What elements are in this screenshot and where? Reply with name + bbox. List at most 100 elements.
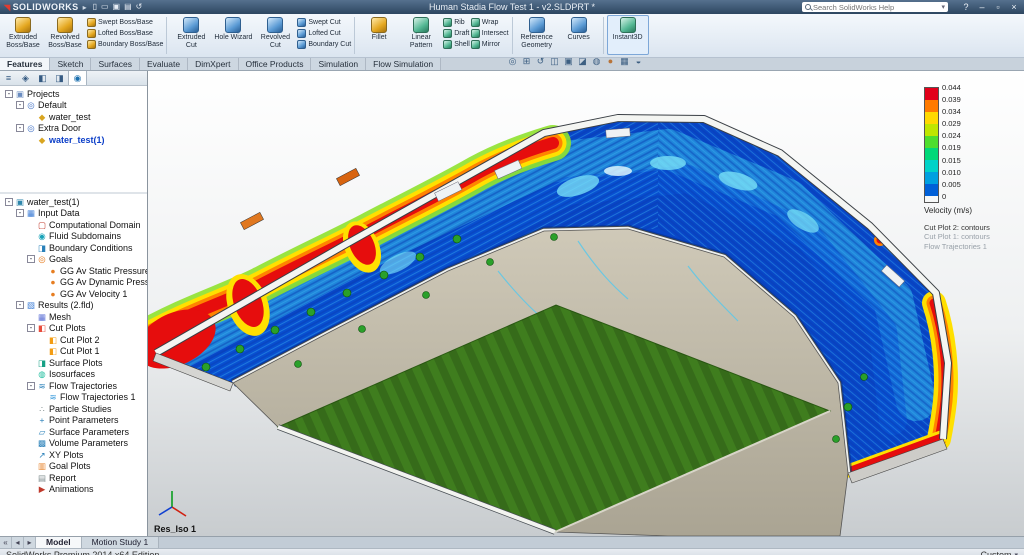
ribbon-button[interactable]: Draft <box>442 28 470 39</box>
tree-item[interactable]: ● GG Av Static Pressure 1 <box>2 265 147 277</box>
tree-expander[interactable]: - <box>5 90 13 98</box>
ribbon-tab[interactable]: Office Products <box>239 58 312 70</box>
tree-expander[interactable] <box>27 136 35 144</box>
featuremanager-tab-icon[interactable]: ≡ <box>0 71 17 85</box>
ribbon-button[interactable]: Revolved Boss/Base <box>44 15 86 55</box>
tree-item[interactable]: ▢ Computational Domain <box>2 219 147 231</box>
zoom-area-icon[interactable]: ⊞ <box>520 55 533 67</box>
model-tab[interactable]: Motion Study 1 <box>82 537 160 548</box>
tree-item[interactable]: - ▣ water_test(1) <box>2 196 147 208</box>
print-icon[interactable]: ▤ <box>124 0 132 14</box>
model-tab[interactable]: Model <box>36 537 82 548</box>
search-dropdown-icon[interactable]: ▾ <box>941 3 945 11</box>
tree-expander[interactable] <box>38 336 46 344</box>
ribbon-tab[interactable]: DimXpert <box>188 58 238 70</box>
menu-expand-chevron-icon[interactable]: ▸ <box>83 3 87 12</box>
tree-item[interactable]: ▥ Goal Plots <box>2 461 147 473</box>
ribbon-button[interactable]: Boundary Boss/Base <box>86 39 163 50</box>
search-input[interactable] <box>813 3 939 12</box>
ribbon-tab[interactable]: Simulation <box>311 58 366 70</box>
tree-expander[interactable] <box>38 290 46 298</box>
ribbon-button[interactable]: Extruded Cut <box>170 15 212 55</box>
ribbon-tab[interactable]: Flow Simulation <box>366 58 441 70</box>
tree-expander[interactable] <box>27 370 35 378</box>
tree-item[interactable]: - ◎ Default <box>2 100 147 112</box>
ribbon-button[interactable]: Swept Cut <box>296 17 351 28</box>
tree-expander[interactable] <box>27 313 35 321</box>
tree-item[interactable]: ▩ Volume Parameters <box>2 438 147 450</box>
displaymanager-tab-icon[interactable]: ◨ <box>51 71 68 85</box>
tree-item[interactable]: ∴ Particle Studies <box>2 403 147 415</box>
ribbon-tab[interactable]: Sketch <box>50 58 91 70</box>
tree-expander[interactable] <box>27 405 35 413</box>
tree-item[interactable]: ◨ Boundary Conditions <box>2 242 147 254</box>
tree-item[interactable]: ◉ Fluid Subdomains <box>2 231 147 243</box>
tree-expander[interactable] <box>27 221 35 229</box>
tree-item[interactable]: - ▦ Input Data <box>2 208 147 220</box>
propertymanager-tab-icon[interactable]: ◈ <box>17 71 34 85</box>
ribbon-button[interactable]: Rib <box>442 17 470 28</box>
tree-expander[interactable] <box>27 359 35 367</box>
ribbon-button[interactable]: Intersect <box>470 28 509 39</box>
hide-show-icon[interactable]: ◍ <box>590 55 603 67</box>
undo-icon[interactable]: ↺ <box>136 0 143 14</box>
tree-item[interactable]: ▤ Report <box>2 472 147 484</box>
open-file-icon[interactable]: ▭ <box>101 0 109 14</box>
nav-prev-icon[interactable]: ◂ <box>12 537 24 548</box>
panel-splitter[interactable] <box>0 150 147 194</box>
ribbon-button[interactable]: Lofted Cut <box>296 28 351 39</box>
tree-item[interactable]: ◧ Cut Plot 2 <box>2 334 147 346</box>
ribbon-button[interactable]: Wrap <box>470 17 509 28</box>
ribbon-tab[interactable]: Surfaces <box>91 58 140 70</box>
ribbon-button[interactable]: Extruded Boss/Base <box>2 15 44 55</box>
tree-item[interactable]: - ▣ Projects <box>2 88 147 100</box>
ribbon-button[interactable]: Revolved Cut <box>254 15 296 55</box>
minimize-icon[interactable]: – <box>974 0 990 14</box>
nav-first-icon[interactable]: « <box>0 537 12 548</box>
scene-icon[interactable]: ▦ <box>618 55 631 67</box>
tree-item[interactable]: + Point Parameters <box>2 415 147 427</box>
zoom-fit-icon[interactable]: ◎ <box>506 55 519 67</box>
ribbon-button[interactable]: Instant3D <box>607 15 649 55</box>
custom-dropdown-icon[interactable]: ▾ <box>1014 551 1018 555</box>
tree-expander[interactable] <box>27 485 35 493</box>
tree-expander[interactable]: - <box>16 101 24 109</box>
tree-expander[interactable] <box>27 232 35 240</box>
nav-next-icon[interactable]: ▸ <box>24 537 36 548</box>
tree-item[interactable]: ● GG Av Velocity 1 <box>2 288 147 300</box>
ribbon-tab[interactable]: Evaluate <box>140 58 188 70</box>
tree-expander[interactable]: - <box>27 324 35 332</box>
tree-item[interactable]: ≋ Flow Trajectories 1 <box>2 392 147 404</box>
help-search-box[interactable]: ▾ <box>802 2 948 12</box>
tree-item[interactable]: - ≋ Flow Trajectories <box>2 380 147 392</box>
tree-expander[interactable]: - <box>16 209 24 217</box>
tree-item[interactable]: ◆ water_test <box>2 111 147 123</box>
tree-item[interactable]: ◧ Cut Plot 1 <box>2 346 147 358</box>
tree-item[interactable]: ◆ water_test(1) <box>2 134 147 146</box>
previous-view-icon[interactable]: ↺ <box>534 55 547 67</box>
tree-expander[interactable] <box>27 244 35 252</box>
appearance-icon[interactable]: ● <box>604 55 617 67</box>
help-icon[interactable]: ? <box>958 0 974 14</box>
ribbon-button[interactable]: Lofted Boss/Base <box>86 28 163 39</box>
tree-item[interactable]: ◨ Surface Plots <box>2 357 147 369</box>
tree-item[interactable]: ▶ Animations <box>2 484 147 496</box>
tree-expander[interactable] <box>27 113 35 121</box>
tree-item[interactable]: - ◎ Extra Door <box>2 123 147 135</box>
ribbon-button[interactable]: Linear Pattern <box>400 15 442 55</box>
tree-expander[interactable]: - <box>16 124 24 132</box>
view-orientation-icon[interactable]: ▣ <box>562 55 575 67</box>
configurationmanager-tab-icon[interactable]: ◧ <box>34 71 51 85</box>
tree-expander[interactable] <box>38 393 46 401</box>
ribbon-button[interactable]: Reference Geometry <box>516 15 558 55</box>
graphics-viewport[interactable]: 0.0440.0390.0340.0290.0240.0190.0150.010… <box>148 71 1024 536</box>
restore-icon[interactable]: ▫ <box>990 0 1006 14</box>
tree-expander[interactable] <box>27 428 35 436</box>
tree-expander[interactable]: - <box>5 198 13 206</box>
tree-expander[interactable]: - <box>16 301 24 309</box>
ribbon-button[interactable]: Boundary Cut <box>296 39 351 50</box>
tree-item[interactable]: ▦ Mesh <box>2 311 147 323</box>
tree-expander[interactable] <box>27 416 35 424</box>
tree-expander[interactable] <box>38 347 46 355</box>
close-icon[interactable]: × <box>1006 0 1022 14</box>
